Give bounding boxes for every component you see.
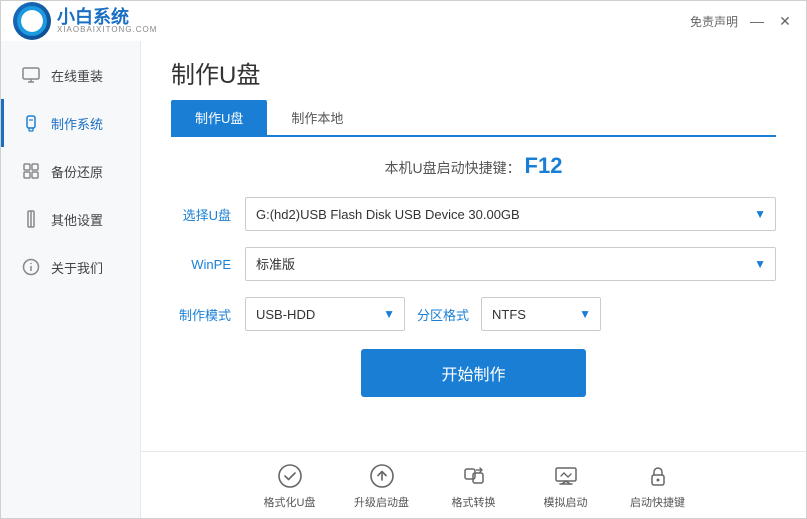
usb-select-row: 选择U盘 G:(hd2)USB Flash Disk USB Device 30… (171, 197, 776, 231)
start-button[interactable]: 开始制作 (361, 349, 585, 397)
partition-format-label: 分区格式 (417, 305, 469, 324)
usb-select-label: 选择U盘 (171, 205, 231, 224)
monitor-icon (21, 65, 41, 85)
disclaimer-link[interactable]: 免责声明 (690, 13, 738, 30)
convert-icon (460, 462, 488, 490)
sidebar-item-about-us[interactable]: 关于我们 (1, 243, 140, 291)
check-circle-icon (276, 462, 304, 490)
sidebar-label-about-us: 关于我们 (51, 258, 103, 277)
minimize-button[interactable]: — (748, 12, 766, 30)
upgrade-boot-label: 升级启动盘 (354, 494, 409, 510)
logo-icon (13, 2, 51, 40)
logo-sub: XIAOBAIXITONG.COM (57, 26, 157, 34)
settings-icon (21, 209, 41, 229)
bottom-toolbar: 格式化U盘 升级启动盘 (141, 451, 806, 518)
usb-select-wrapper: G:(hd2)USB Flash Disk USB Device 30.00GB… (245, 197, 776, 231)
usb-select-control: G:(hd2)USB Flash Disk USB Device 30.00GB… (245, 197, 776, 231)
page-title-bar: 制作U盘 (171, 41, 776, 100)
main-window: 小白系统 XIAOBAIXITONG.COM 免责声明 — ✕ (0, 0, 807, 519)
winpe-select-row: WinPE 标准版 高级版 ▼ (171, 247, 776, 281)
titlebar-actions: 免责声明 — ✕ (690, 12, 794, 30)
form-section: 本机U盘启动快捷键： F12 选择U盘 G:(hd2)USB Flash Dis… (171, 153, 776, 451)
format-convert-label: 格式转换 (452, 494, 496, 510)
hotkey-prefix: 本机U盘启动快捷键： (385, 160, 521, 176)
mode-select-wrapper: USB-HDD USB-ZIP ▼ (245, 297, 405, 331)
winpe-select[interactable]: 标准版 高级版 (245, 247, 776, 281)
content-area: 制作U盘 制作U盘 制作本地 本机U盘启动快捷键： F12 选 (141, 41, 806, 451)
desktop-icon (552, 462, 580, 490)
bottom-tool-upgrade-boot[interactable]: 升级启动盘 (354, 462, 410, 510)
partition-select-wrapper: NTFS FAT32 exFAT ▼ (481, 297, 601, 331)
hotkey-value: F12 (525, 153, 563, 178)
usb-select[interactable]: G:(hd2)USB Flash Disk USB Device 30.00GB (245, 197, 776, 231)
action-row: 开始制作 (171, 349, 776, 397)
close-button[interactable]: ✕ (776, 12, 794, 30)
sidebar-label-other-settings: 其他设置 (51, 210, 103, 229)
partition-select[interactable]: NTFS FAT32 exFAT (481, 297, 601, 331)
lock-icon (644, 462, 672, 490)
sidebar-item-other-settings[interactable]: 其他设置 (1, 195, 140, 243)
tab-make-usb[interactable]: 制作U盘 (171, 100, 267, 135)
mode-row: 制作模式 USB-HDD USB-ZIP ▼ 分区格 (171, 297, 776, 331)
inline-controls: USB-HDD USB-ZIP ▼ 分区格式 NTFS FAT32 (245, 297, 776, 331)
info-icon (21, 257, 41, 277)
logo-main: 小白系统 (57, 8, 157, 26)
sidebar-label-backup-restore: 备份还原 (51, 162, 103, 181)
page-title: 制作U盘 (171, 62, 260, 89)
tab-make-local[interactable]: 制作本地 (267, 100, 367, 135)
format-usb-label: 格式化U盘 (264, 494, 316, 510)
logo: 小白系统 XIAOBAIXITONG.COM (13, 2, 157, 40)
bottom-tool-format-convert[interactable]: 格式转换 (446, 462, 502, 510)
sidebar: 在线重装 制作系统 (1, 41, 141, 518)
tab-bar: 制作U盘 制作本地 (171, 100, 776, 137)
main-layout: 在线重装 制作系统 (1, 41, 806, 518)
sidebar-label-online-reinstall: 在线重装 (51, 66, 103, 85)
winpe-label: WinPE (171, 257, 231, 272)
usb-icon (21, 113, 41, 133)
bottom-tool-boot-shortcut[interactable]: 启动快捷键 (630, 462, 686, 510)
virtual-boot-label: 模拟启动 (544, 494, 588, 510)
sidebar-item-make-system[interactable]: 制作系统 (1, 99, 140, 147)
upload-icon (368, 462, 396, 490)
winpe-select-control: 标准版 高级版 ▼ (245, 247, 776, 281)
titlebar: 小白系统 XIAOBAIXITONG.COM 免责声明 — ✕ (1, 1, 806, 41)
mode-controls: USB-HDD USB-ZIP ▼ 分区格式 NTFS FAT32 (245, 297, 776, 331)
sidebar-label-make-system: 制作系统 (51, 114, 103, 133)
boot-shortcut-label: 启动快捷键 (630, 494, 685, 510)
hotkey-banner: 本机U盘启动快捷键： F12 (171, 153, 776, 179)
bottom-tool-virtual-boot[interactable]: 模拟启动 (538, 462, 594, 510)
mode-label: 制作模式 (171, 305, 231, 324)
mode-select[interactable]: USB-HDD USB-ZIP (245, 297, 405, 331)
sidebar-item-backup-restore[interactable]: 备份还原 (1, 147, 140, 195)
winpe-select-wrapper: 标准版 高级版 ▼ (245, 247, 776, 281)
logo-text: 小白系统 XIAOBAIXITONG.COM (57, 8, 157, 34)
sidebar-item-online-reinstall[interactable]: 在线重装 (1, 51, 140, 99)
bottom-tool-format-usb[interactable]: 格式化U盘 (262, 462, 318, 510)
grid-icon (21, 161, 41, 181)
